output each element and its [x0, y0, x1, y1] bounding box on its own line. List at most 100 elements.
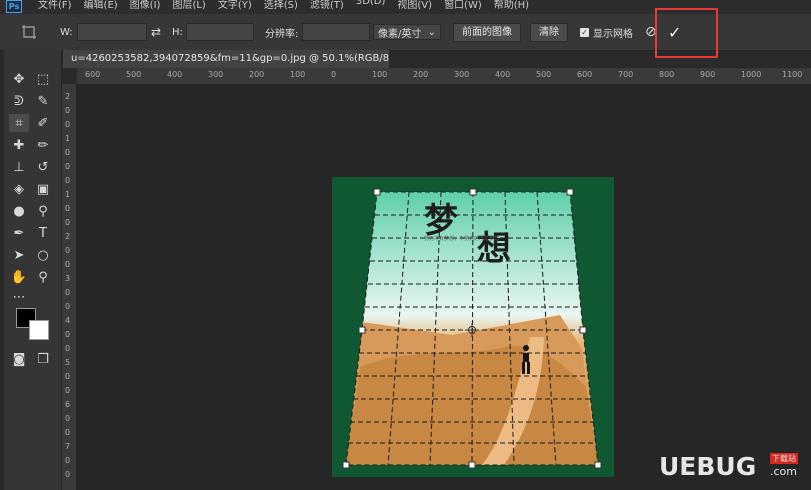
document-tab[interactable]: u=4260253582,394072859&fm=11&gp=0.jpg @ … [63, 50, 389, 68]
lasso-tool-icon[interactable]: ᕲ [9, 92, 29, 110]
eraser-tool-icon[interactable]: ◈ [9, 180, 29, 198]
crop-tool-icon[interactable] [20, 14, 38, 50]
ruler-left-tick: 0 [65, 456, 71, 465]
ruler-left-tick: 0 [65, 148, 71, 157]
pen-tool-icon[interactable]: ✒ [9, 224, 29, 242]
poster-title-char-1: 梦 [424, 201, 458, 241]
unit-select[interactable]: 像素/英寸 ⌄ [373, 24, 441, 40]
healing-brush-icon[interactable]: ✚ [9, 136, 29, 154]
menu-3d[interactable]: 3D(D) [356, 0, 386, 11]
ruler-left-tick: 2 [65, 92, 71, 101]
ruler-left-tick: 6 [65, 400, 71, 409]
show-grid-label: 显示网格 [593, 28, 633, 40]
quick-select-tool-icon[interactable]: ✎ [33, 92, 53, 110]
ruler-top-tick: 200 [413, 70, 429, 79]
menu-filter[interactable]: 滤镜(T) [310, 0, 344, 11]
clear-button[interactable]: 清除 [530, 22, 568, 42]
ruler-left-tick: 0 [65, 204, 71, 213]
menu-type[interactable]: 文字(Y) [218, 0, 252, 11]
zoom-tool-icon[interactable]: ⚲ [33, 268, 53, 286]
ruler-left: 2 0 0 1 0 0 0 1 0 0 2 0 0 3 0 0 4 0 0 5 0 0 6 0 0 7 0 0 [62, 84, 77, 490]
height-input[interactable] [186, 23, 254, 41]
show-grid-toggle[interactable]: ✓ 显示网格 [580, 14, 633, 50]
shape-tool-icon[interactable]: ○ [33, 246, 53, 264]
menu-file[interactable]: 文件(F) [38, 0, 72, 11]
marquee-tool-icon[interactable]: ⬚ [33, 70, 53, 88]
watermark-logo: UEBUG [659, 452, 757, 481]
front-image-button[interactable]: 前面的图像 [453, 22, 521, 42]
menu-items: 文件(F) 编辑(E) 图像(I) 图层(L) 文字(Y) 选择(S) 滤镜(T… [38, 0, 541, 11]
ruler-left-tick: 0 [65, 260, 71, 269]
ruler-top-tick: 100 [290, 70, 306, 79]
hand-tool-icon[interactable]: ✋ [9, 268, 29, 286]
ruler-top-tick: 300 [454, 70, 470, 79]
highlight-box [655, 8, 718, 58]
menu-image[interactable]: 图像(I) [130, 0, 161, 11]
ruler-top-tick: 300 [208, 70, 224, 79]
ruler-left-tick: 0 [65, 344, 71, 353]
ruler-top-tick: 400 [167, 70, 183, 79]
ruler-left-tick: 0 [65, 330, 71, 339]
ruler-left-tick: 0 [65, 106, 71, 115]
menu-layer[interactable]: 图层(L) [172, 0, 205, 11]
menu-window[interactable]: 窗口(W) [444, 0, 482, 11]
ruler-top-tick: 800 [659, 70, 675, 79]
ruler-left-tick: 0 [65, 414, 71, 423]
ruler-top-tick: 400 [495, 70, 511, 79]
resolution-input[interactable] [302, 23, 370, 41]
path-select-tool-icon[interactable]: ➤ [9, 246, 29, 264]
ruler-top-tick: 100 [372, 70, 388, 79]
ruler-top-tick: 600 [577, 70, 593, 79]
ruler-left-tick: 5 [65, 358, 71, 367]
ruler-left-tick: 0 [65, 246, 71, 255]
poster-title-char-2: 想 [477, 229, 511, 269]
quick-mask-icon[interactable]: ◙ [9, 350, 29, 368]
background-color-swatch[interactable] [29, 320, 49, 340]
gradient-tool-icon[interactable]: ▣ [33, 180, 53, 198]
ruler-top-tick: 0 [331, 70, 337, 79]
tool-panel: ✥ ⬚ ᕲ ✎ ⌗ ✐ ✚ ✏ ⊥ ↺ ◈ ▣ ● ⚲ ✒ T ➤ ○ ✋ ⚲ … [4, 50, 62, 490]
crop-perspective[interactable]: 梦 想 努力才有梦想，不努力的才是梦想 [332, 177, 614, 477]
menu-help[interactable]: 帮助(H) [494, 0, 529, 11]
ruler-left-tick: 0 [65, 470, 71, 479]
width-input[interactable] [77, 23, 147, 41]
ruler-top-tick: 900 [700, 70, 716, 79]
ruler-left-tick: 4 [65, 316, 71, 325]
photoshop-logo[interactable]: Ps [6, 0, 22, 13]
swap-icon[interactable]: ⇄ [151, 14, 161, 50]
crop-tool-active-icon[interactable]: ⌗ [9, 114, 29, 132]
ruler-top-tick: 500 [126, 70, 142, 79]
menu-select[interactable]: 选择(S) [264, 0, 298, 11]
ruler-left-tick: 0 [65, 120, 71, 129]
watermark-sub: 下载站 [770, 453, 798, 464]
ruler-top-tick: 200 [249, 70, 265, 79]
screen-mode-icon[interactable]: ❐ [33, 350, 53, 368]
ruler-top-tick: 1000 [741, 70, 762, 79]
width-label: W: [60, 26, 73, 38]
ruler-left-tick: 0 [65, 288, 71, 297]
more-tools-icon[interactable]: ⋯ [9, 288, 29, 306]
dodge-tool-icon[interactable]: ⚲ [33, 202, 53, 220]
menu-edit[interactable]: 编辑(E) [84, 0, 118, 11]
history-brush-icon[interactable]: ↺ [33, 158, 53, 176]
type-tool-icon[interactable]: T [33, 224, 53, 242]
check-icon: ✓ [580, 27, 589, 37]
document-tab-label: u=4260253582,394072859&fm=11&gp=0.jpg @ … [71, 53, 389, 64]
height-label: H: [172, 26, 183, 38]
clone-stamp-icon[interactable]: ⊥ [9, 158, 29, 176]
ruler-left-tick: 0 [65, 428, 71, 437]
ruler-left-tick: 1 [65, 134, 71, 143]
ruler-top-tick: 700 [618, 70, 634, 79]
chevron-down-icon: ⌄ [427, 26, 436, 38]
ruler-left-tick: 2 [65, 232, 71, 241]
resolution-label: 分辨率: [265, 28, 299, 40]
ruler-left-tick: 1 [65, 190, 71, 199]
eyedropper-tool-icon[interactable]: ✐ [33, 114, 53, 132]
brush-tool-icon[interactable]: ✏ [33, 136, 53, 154]
ruler-left-tick: 0 [65, 302, 71, 311]
watermark-com: .com [770, 465, 797, 478]
menu-view[interactable]: 视图(V) [397, 0, 432, 11]
ruler-left-tick: 0 [65, 162, 71, 171]
move-tool-icon[interactable]: ✥ [9, 70, 29, 88]
blur-tool-icon[interactable]: ● [9, 202, 29, 220]
